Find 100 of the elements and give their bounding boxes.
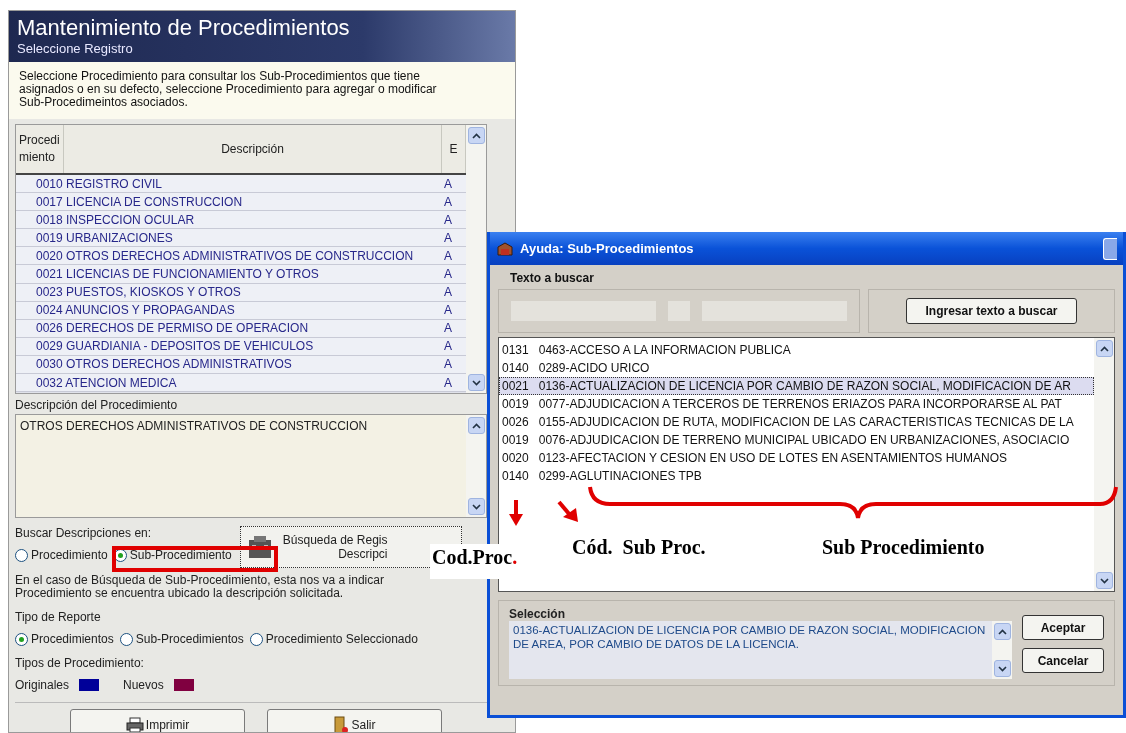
close-button[interactable] xyxy=(1103,237,1117,260)
arrow xyxy=(509,500,523,526)
search-text-button[interactable]: Ingresar texto a buscar xyxy=(906,298,1077,324)
radio-button[interactable] xyxy=(15,632,28,646)
scroll-down-icon[interactable] xyxy=(1099,577,1109,584)
scroll-up-icon[interactable] xyxy=(997,628,1007,635)
table-cell-text: 0021 LICENCIAS DE FUNCIONAMIENTO Y OTROS xyxy=(36,267,320,281)
table-row[interactable]: 0032 ATENCION MEDICA A xyxy=(16,374,466,393)
door-icon xyxy=(333,716,350,732)
sub-procedure-text: 0136-ACTUALIZACION DE LICENCIA POR CAMBIO DE RAZON SOCIAL, MODIFICACION DE AR xyxy=(538,379,1071,393)
table-cell-text: A xyxy=(444,248,453,263)
procedure-code: 0140 xyxy=(502,469,529,483)
table-cell-text: A xyxy=(444,194,453,209)
table-cell-text: 0024 ANUNCIOS Y PROPAGANDAS xyxy=(36,303,236,318)
list-row[interactable]: 0026 0155-ADJUDICACION DE RUTA, MODIFICACION DE LAS CARACTERISTICAS TECNICAS DE LA xyxy=(499,413,1094,431)
sub-procedure-text: 0076-ADJUDICACION DE TERRENO MUNICIPAL UBICADO EN URBANIZACIONES, ASOCIACIO xyxy=(538,433,1070,447)
print-button[interactable]: Imprimir xyxy=(70,709,245,732)
list-row[interactable]: 0020 0123-AFECTACION Y CESION EN USO DE LOTES EN ASENTAMIENTOS HUMANOS xyxy=(499,449,1094,467)
table-row[interactable]: 0017 LICENCIA DE CONSTRUCCION A xyxy=(16,193,466,212)
selection-field[interactable]: 0136-ACTUALIZACION DE LICENCIA POR CAMBIO DE RAZON SOCIAL, MODIFICACION DE AREA, POR CAMBIO DE DATOS DE LA LICENCIA. xyxy=(509,621,1012,679)
table-cell-text: A xyxy=(444,339,453,354)
table-row[interactable]: 0018 INSPECCION OCULAR A xyxy=(16,211,466,230)
list-row[interactable]: 0021 0136-ACTUALIZACION DE LICENCIA POR CAMBIO DE RAZON SOCIAL, MODIFICACION DE AR xyxy=(499,377,1094,395)
table-cell-text: A xyxy=(444,321,453,336)
scroll-up-icon[interactable] xyxy=(471,132,481,139)
table-row[interactable]: 0021 LICENCIAS DE FUNCIONAMIENTO Y OTROS A xyxy=(16,265,466,284)
table-cell-text: 0019 URBANIZACIONES xyxy=(36,230,174,245)
list-row[interactable]: 0140 0299-AGLUTINACIONES TPB xyxy=(499,467,1094,485)
radio-option[interactable]: Procedimientos xyxy=(15,632,114,646)
procedure-code: 0019 xyxy=(502,433,529,447)
group-label: Tipo de Reporte xyxy=(15,610,102,624)
table-cell-text: 0017 LICENCIA DE CONSTRUCCION xyxy=(36,194,244,209)
annotation-label: Cod.Proc. xyxy=(430,544,520,579)
legend-label: Originales xyxy=(15,678,70,692)
sub-procedure-text: 0299-AGLUTINACIONES TPB xyxy=(538,469,702,483)
window-subtitle: Seleccione Registro xyxy=(17,41,134,56)
exit-button[interactable]: Salir xyxy=(267,709,442,732)
table-cell-text: A xyxy=(444,285,453,300)
table-cell-text: A xyxy=(444,357,453,372)
group-label: Selección xyxy=(509,607,567,621)
sub-procedure-text: 0123-AFECTACION Y CESION EN USO DE LOTES EN ASENTAMIENTOS HUMANOS xyxy=(538,451,1008,465)
table-cell-text: A xyxy=(444,267,453,281)
table-cell-text: 0018 INSPECCION OCULAR xyxy=(36,212,196,227)
radio-option[interactable]: Sub-Procedimientos xyxy=(119,632,244,646)
table-cell-text: 0010 REGISTRO CIVIL xyxy=(36,176,164,191)
procedure-code: 0131 xyxy=(502,343,529,357)
sub-procedure-text: 0077-ADJUDICACION A TERCEROS DE TERRENOS ERIAZOS PARA INCORPORARSE AL PAT xyxy=(538,397,1062,411)
scroll-down-icon[interactable] xyxy=(471,503,481,510)
group-label: Tipos de Procedimiento: xyxy=(15,656,145,670)
scroll-down-icon[interactable] xyxy=(471,379,481,386)
scroll-up-icon[interactable] xyxy=(471,422,481,429)
table-row[interactable]: 0010 REGISTRO CIVIL A xyxy=(16,175,466,194)
column-header[interactable]: Descripción xyxy=(64,125,442,173)
instructions-text: Seleccione Procedimiento para consultar los Sub-Procedimientos que tiene asignados o en su defecto, seleccione Procedimiento para agregar o modificar Sub-Procedimeintos asociados. xyxy=(9,62,515,119)
list-row[interactable]: 0019 0077-ADJUDICACION A TERCEROS DE TERRENOS ERIAZOS PARA INCORPORARSE AL PAT xyxy=(499,395,1094,413)
description-field[interactable]: OTROS DERECHOS ADMINISTRATIVOS DE CONSTRUCCION xyxy=(15,414,487,518)
radio-option[interactable]: Sub-Procedimiento xyxy=(113,548,232,562)
accept-button[interactable]: Aceptar xyxy=(1022,615,1104,640)
table-cell-text: 0029 GUARDIANIA - DEPOSITOS DE VEHICULOS xyxy=(36,339,315,354)
printer-icon xyxy=(125,717,144,732)
table-cell-text: 0023 PUESTOS, KIOSKOS Y OTROS xyxy=(36,285,242,300)
group-label: Buscar Descripciones en: xyxy=(15,526,153,540)
field-label: Texto a buscar xyxy=(509,271,595,285)
radio-button[interactable] xyxy=(119,632,133,646)
dialog-title: Ayuda: Sub-Procedimientos xyxy=(520,241,695,256)
note-text: En el caso de Búsqueda de Sub-Procedimiento, esta nos va a indicar xyxy=(15,574,385,587)
table-row[interactable]: 0019 URBANIZACIONES A xyxy=(16,229,466,248)
table-cell-text: 0032 ATENCION MEDICA xyxy=(36,375,178,390)
list-row[interactable]: 0131 0463-ACCESO A LA INFORMACION PUBLICA xyxy=(499,341,1094,359)
procedure-code: 0140 xyxy=(502,361,529,375)
radio-button[interactable] xyxy=(249,632,263,646)
sub-procedure-text: 0463-ACCESO A LA INFORMACION PUBLICA xyxy=(538,343,791,357)
radio-button[interactable] xyxy=(15,548,28,562)
procedure-code: 0021 xyxy=(502,379,529,393)
table-cell-text: 0026 DERECHOS DE PERMISO DE OPERACION xyxy=(36,321,310,336)
field-label: Descripción del Procedimiento xyxy=(15,398,179,412)
table-cell-text: A xyxy=(444,212,453,227)
table-cell-text: A xyxy=(444,176,453,191)
legend-label: Nuevos xyxy=(123,678,164,692)
column-header[interactable]: Procedimiento xyxy=(16,125,64,173)
table-cell-text: A xyxy=(444,303,453,318)
table-row[interactable]: 0020 OTROS DERECHOS ADMINISTRATIVOS DE CONSTRUCCION A xyxy=(16,247,466,266)
table-cell-text: 0020 OTROS DERECHOS ADMINISTRATIVOS DE CONSTRUCCION xyxy=(36,248,415,263)
procedure-code: 0019 xyxy=(502,397,529,411)
box-icon xyxy=(496,240,514,257)
sub-procedure-text: 0155-ADJUDICACION DE RUTA, MODIFICACION DE LAS CARACTERISTICAS TECNICAS DE LA xyxy=(538,415,1074,429)
scroll-up-icon[interactable] xyxy=(1099,345,1109,352)
table-cell-text: A xyxy=(444,375,453,390)
radio-option[interactable]: Procedimiento xyxy=(15,548,108,562)
window-title: Mantenimiento de Procedimientos xyxy=(17,15,351,41)
arrow xyxy=(557,500,578,522)
scroll-down-icon[interactable] xyxy=(997,665,1007,672)
radio-option[interactable]: Procedimiento Seleccionado xyxy=(249,632,418,646)
table-cell-text: A xyxy=(444,230,453,245)
procedure-code: 0020 xyxy=(502,451,529,465)
table-cell-text: 0030 OTROS DERECHOS ADMINISTRATIVOS xyxy=(36,357,293,372)
cancel-button[interactable]: Cancelar xyxy=(1022,648,1104,673)
sub-procedure-text: 0289-ACIDO URICO xyxy=(538,361,650,375)
list-row[interactable]: 0140 0289-ACIDO URICO xyxy=(499,359,1094,377)
list-row[interactable]: 0019 0076-ADJUDICACION DE TERRENO MUNICIPAL UBICADO EN URBANIZACIONES, ASOCIACIO xyxy=(499,431,1094,449)
